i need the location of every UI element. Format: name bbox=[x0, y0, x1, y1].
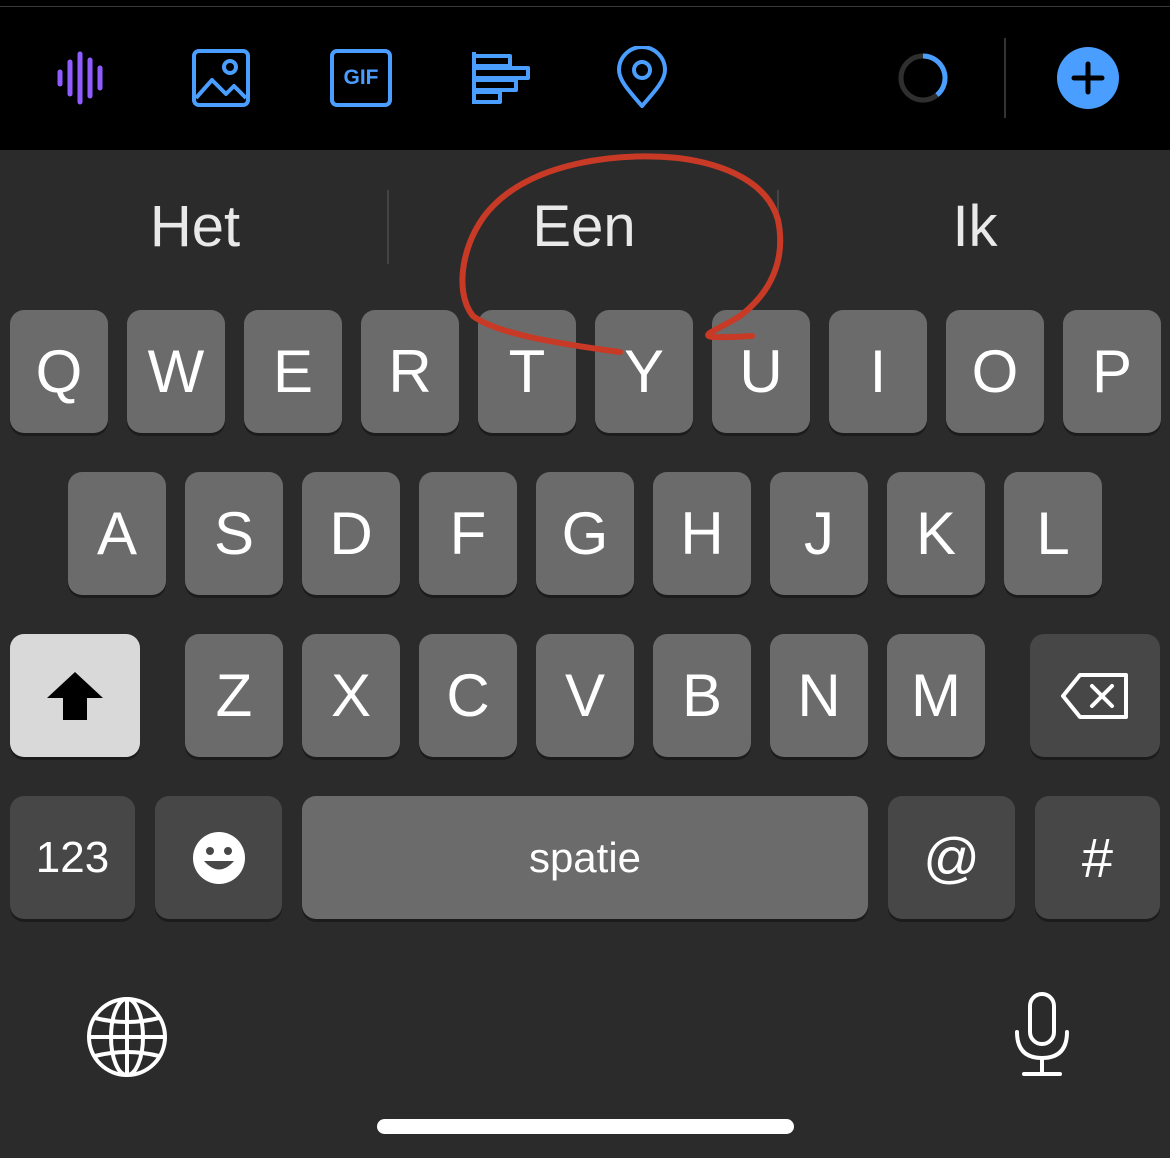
key-u[interactable]: U bbox=[712, 310, 810, 433]
location-pin-icon[interactable] bbox=[610, 45, 674, 110]
space-key[interactable]: spatie bbox=[302, 796, 868, 919]
suggestion-divider bbox=[777, 190, 779, 264]
hash-key[interactable]: # bbox=[1035, 796, 1160, 919]
key-f[interactable]: F bbox=[419, 472, 517, 595]
key-m[interactable]: M bbox=[887, 634, 985, 757]
at-key[interactable]: @ bbox=[888, 796, 1015, 919]
key-d[interactable]: D bbox=[302, 472, 400, 595]
suggestion-een[interactable]: Een bbox=[390, 192, 778, 262]
shift-key[interactable] bbox=[10, 634, 140, 757]
key-l[interactable]: L bbox=[1004, 472, 1102, 595]
poll-icon[interactable] bbox=[470, 46, 534, 110]
key-p[interactable]: P bbox=[1063, 310, 1161, 433]
home-indicator[interactable] bbox=[377, 1119, 794, 1134]
key-q[interactable]: Q bbox=[10, 310, 108, 433]
key-i[interactable]: I bbox=[829, 310, 927, 433]
microphone-icon[interactable] bbox=[1008, 990, 1076, 1080]
key-j[interactable]: J bbox=[770, 472, 868, 595]
audio-waveform-icon[interactable] bbox=[50, 46, 114, 110]
key-a[interactable]: A bbox=[68, 472, 166, 595]
suggestion-ik[interactable]: Ik bbox=[780, 192, 1170, 262]
key-g[interactable]: G bbox=[536, 472, 634, 595]
key-r[interactable]: R bbox=[361, 310, 459, 433]
image-icon[interactable] bbox=[190, 46, 254, 110]
emoji-icon bbox=[192, 831, 245, 884]
key-c[interactable]: C bbox=[419, 634, 517, 757]
gif-icon[interactable]: GIF bbox=[330, 46, 394, 110]
toolbar-top-border bbox=[0, 6, 1170, 7]
key-e[interactable]: E bbox=[244, 310, 342, 433]
key-b[interactable]: B bbox=[653, 634, 751, 757]
gif-label: GIF bbox=[343, 66, 379, 89]
numbers-key[interactable]: 123 bbox=[10, 796, 135, 919]
key-y[interactable]: Y bbox=[595, 310, 693, 433]
emoji-key[interactable] bbox=[155, 796, 282, 919]
toolbar-divider bbox=[1004, 38, 1006, 118]
suggestion-divider bbox=[387, 190, 389, 264]
suggestion-het[interactable]: Het bbox=[0, 192, 390, 262]
key-k[interactable]: K bbox=[887, 472, 985, 595]
progress-ring-icon bbox=[891, 46, 955, 110]
key-n[interactable]: N bbox=[770, 634, 868, 757]
add-icon[interactable] bbox=[1056, 46, 1120, 110]
key-v[interactable]: V bbox=[536, 634, 634, 757]
globe-icon[interactable] bbox=[86, 996, 168, 1078]
key-t[interactable]: T bbox=[478, 310, 576, 433]
key-x[interactable]: X bbox=[302, 634, 400, 757]
key-w[interactable]: W bbox=[127, 310, 225, 433]
key-o[interactable]: O bbox=[946, 310, 1044, 433]
backspace-icon bbox=[1061, 672, 1128, 719]
key-z[interactable]: Z bbox=[185, 634, 283, 757]
key-s[interactable]: S bbox=[185, 472, 283, 595]
key-h[interactable]: H bbox=[653, 472, 751, 595]
shift-arrow-icon bbox=[47, 671, 103, 720]
compose-toolbar: GIF bbox=[0, 0, 1170, 150]
backspace-key[interactable] bbox=[1030, 634, 1160, 757]
